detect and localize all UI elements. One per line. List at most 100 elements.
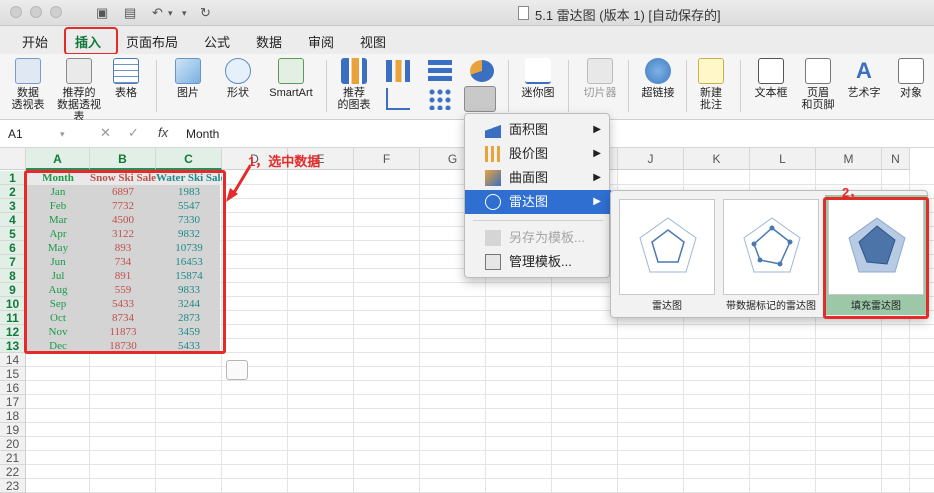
tab-view[interactable]: 视图 [360,32,386,51]
redo-icon[interactable]: ↻ [200,5,211,21]
column-header[interactable]: N [882,148,910,170]
new-comment-button[interactable]: 新建 批注 [694,58,728,111]
row-header[interactable]: 19 [0,423,26,437]
row-header[interactable]: 18 [0,409,26,423]
sparklines-icon [525,58,551,84]
pivot-table-button[interactable]: 数据 透视表 [8,58,48,111]
formula-input[interactable]: Month [186,127,219,141]
menu-item-save-template[interactable]: 另存为模板... [465,226,611,250]
wordart-icon: A [856,58,872,83]
row-header[interactable]: 17 [0,395,26,409]
row-header[interactable]: 13 [0,339,26,353]
radar-option[interactable] [619,199,715,295]
row-header[interactable]: 5 [0,227,26,241]
slicer-icon [587,58,613,84]
smartart-button[interactable]: SmartArt [264,58,318,99]
column-header[interactable]: A [26,148,90,170]
menu-item-area[interactable]: 面积图 ▶ [465,118,611,142]
column-header[interactable]: C [156,148,222,170]
column-chart-icon[interactable] [386,60,410,82]
fx-icon[interactable]: fx [158,125,168,140]
chevron-down-icon[interactable]: ▾ [182,8,187,19]
slicer-button[interactable]: 切片器 [578,58,622,99]
tab-home[interactable]: 开始 [22,32,48,51]
minimize-window-button[interactable] [30,6,42,18]
shapes-button[interactable]: 形状 [218,58,258,99]
select-all-corner[interactable] [0,148,26,170]
zoom-window-button[interactable] [50,6,62,18]
row-header[interactable]: 3 [0,199,26,213]
row-header[interactable]: 12 [0,325,26,339]
row-header[interactable]: 20 [0,437,26,451]
recommended-pivot-icon [66,58,92,84]
name-box[interactable]: A1 [8,127,23,141]
row-header[interactable]: 2 [0,185,26,199]
tab-review[interactable]: 审阅 [308,32,334,51]
enter-icon[interactable]: ✓ [128,125,139,141]
tab-page-layout[interactable]: 页面布局 [126,32,178,51]
menu-item-radar[interactable]: 雷达图 ▶ [465,190,611,214]
insert-tab-highlight [64,27,118,55]
bar-chart-icon[interactable] [428,60,452,82]
row-header[interactable]: 4 [0,213,26,227]
column-header[interactable]: M [816,148,882,170]
tab-formulas[interactable]: 公式 [204,32,230,51]
save-icon[interactable]: ▤ [124,5,136,21]
scatter-chart-icon[interactable] [428,88,452,110]
filled-radar-highlight [823,197,929,319]
title-bar: ▣ ▤ ↶ ▾ ▾ ↻ 5.1 雷达图 (版本 1) [自动保存的] [0,0,934,26]
header-footer-button[interactable]: 页眉 和页脚 [800,58,836,111]
row-header[interactable]: 8 [0,269,26,283]
wordart-button[interactable]: A 艺术字 [842,58,886,99]
column-header[interactable]: K [684,148,750,170]
cancel-icon[interactable]: ✕ [100,125,111,141]
window-title: 5.1 雷达图 (版本 1) [自动保存的] [535,8,721,23]
row-header[interactable]: 9 [0,283,26,297]
recommended-pivot-button[interactable]: 推荐的 数据透视表 [54,58,104,123]
column-header[interactable]: F [354,148,420,170]
row-header[interactable]: 6 [0,241,26,255]
pie-chart-icon[interactable] [470,60,494,82]
chevron-right-icon: ▶ [593,148,601,159]
sparklines-button[interactable]: 迷你图 [516,58,560,99]
radar-with-markers-option[interactable] [723,199,819,295]
menu-item-manage-templates[interactable]: 管理模板... [465,250,611,274]
row-header[interactable]: 16 [0,381,26,395]
column-header[interactable]: B [90,148,156,170]
row-header[interactable]: 15 [0,367,26,381]
object-button[interactable]: 对象 [894,58,928,99]
chevron-down-icon[interactable]: ▾ [60,129,65,140]
line-chart-icon[interactable] [386,88,410,110]
shapes-icon [225,58,251,84]
menu-item-surface[interactable]: 曲面图 ▶ [465,166,611,190]
undo-dropdown-icon[interactable]: ▾ [168,8,173,19]
ribbon-tabs: 开始 插入 页面布局 公式 数据 审阅 视图 [0,26,934,54]
row-header[interactable]: 1 [0,171,26,185]
row-header[interactable]: 10 [0,297,26,311]
column-header[interactable]: L [750,148,816,170]
table-button[interactable]: 表格 [108,58,144,99]
other-charts-menu: 面积图 ▶ 股价图 ▶ 曲面图 ▶ 雷达图 ▶ 另存为模板... 管理模板... [464,113,611,278]
row-header[interactable]: 7 [0,255,26,269]
menu-item-stock[interactable]: 股价图 ▶ [465,142,611,166]
row-header[interactable]: 23 [0,479,26,493]
row-header[interactable]: 11 [0,311,26,325]
other-charts-button[interactable] [464,86,496,112]
surface-chart-icon [485,170,501,186]
area-chart-icon [485,122,501,138]
textbox-button[interactable]: 文本框 [748,58,794,99]
column-header[interactable]: J [618,148,684,170]
stock-chart-icon [485,146,501,162]
row-header[interactable]: 22 [0,465,26,479]
undo-icon[interactable]: ↶ [152,5,163,21]
sidebar-icon[interactable]: ▣ [96,5,108,21]
row-header[interactable]: 14 [0,353,26,367]
recommended-charts-button[interactable]: 推荐 的图表 [334,58,374,111]
ribbon-toolbar: 数据 透视表 推荐的 数据透视表 表格 图片 形状 SmartArt 推荐 的图… [0,54,934,123]
row-header[interactable]: 21 [0,451,26,465]
hyperlink-button[interactable]: 超链接 [636,58,680,99]
close-window-button[interactable] [10,6,22,18]
tab-data[interactable]: 数据 [256,32,282,51]
picture-button[interactable]: 图片 [168,58,208,99]
paste-options-icon[interactable] [226,360,248,380]
